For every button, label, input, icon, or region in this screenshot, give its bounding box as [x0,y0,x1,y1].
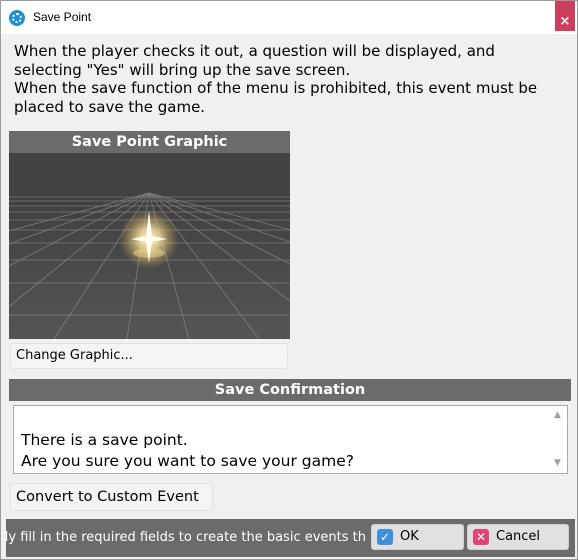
save-point-preview [9,153,290,339]
cancel-button[interactable]: ✕ Cancel [467,524,569,550]
save-confirmation-header: Save Confirmation [9,379,571,401]
convert-to-custom-event-button[interactable]: Convert to Custom Event [10,483,213,511]
x-icon: ✕ [473,529,489,545]
title-bar[interactable]: Save Point × [1,1,577,34]
graphic-panel: Save Point Graphic [9,131,290,339]
scroll-up-icon[interactable]: ▲ [554,411,561,420]
description-text: When the player checks it out, a questio… [14,42,538,116]
cancel-button-label: Cancel [496,529,541,544]
scroll-down-icon[interactable]: ▼ [554,459,561,468]
confirmation-message-textarea[interactable]: There is a save point. Are you sure you … [13,405,568,474]
dialog-window: Save Point × When the player checks it o… [0,0,578,560]
footer-hint-label: ly fill in the required fields to create… [6,530,366,545]
ok-button[interactable]: ✓ OK [371,524,464,550]
confirmation-message-text: There is a save point. Are you sure you … [21,431,354,470]
graphic-panel-header: Save Point Graphic [9,131,290,153]
change-graphic-button[interactable]: Change Graphic... [10,343,288,369]
close-icon: × [559,14,571,29]
vertical-scrollbar[interactable]: ▲ ▼ [550,406,567,473]
window-title: Save Point [33,10,92,24]
footer-bar: ly fill in the required fields to create… [6,519,575,557]
app-icon [9,10,25,26]
footer-hint-text: ly fill in the required fields to create… [6,519,366,557]
ok-button-label: OK [400,529,419,544]
close-button[interactable]: × [555,1,575,31]
check-icon: ✓ [377,529,393,545]
